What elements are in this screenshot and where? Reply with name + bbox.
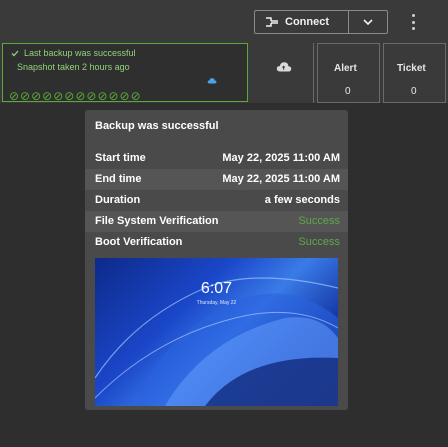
- detail-row-start-time: Start time May 22, 2025 11:00 AM: [85, 148, 348, 169]
- detail-key: Duration: [95, 194, 141, 206]
- detail-key: Boot Verification: [95, 236, 183, 248]
- boot-screenshot[interactable]: 6:07 Thursday, May 22: [95, 258, 338, 406]
- detail-key: File System Verification: [95, 215, 219, 227]
- detail-row-end-time: End time May 22, 2025 11:00 AM: [85, 169, 348, 190]
- lockscreen-clock: 6:07: [200, 280, 233, 297]
- banner-line-1: Last backup was successful: [11, 48, 136, 58]
- banner-status-text: Last backup was successful: [24, 48, 136, 58]
- cloud-icon: [207, 78, 217, 84]
- detail-row-fs-verification: File System Verification Success: [85, 211, 348, 232]
- check-icon: [11, 50, 19, 56]
- detail-key: End time: [95, 173, 142, 185]
- cloud-icon: [276, 62, 292, 72]
- ticket-count: 0: [411, 86, 417, 97]
- alert-label: Alert: [334, 63, 357, 74]
- connect-button[interactable]: Connect: [255, 11, 349, 33]
- detail-value: May 22, 2025 11:00 AM: [222, 173, 340, 185]
- alert-count: 0: [345, 86, 351, 97]
- lockscreen-date: Thursday, May 22: [196, 300, 237, 306]
- grid-divider: [313, 43, 314, 103]
- detail-row-duration: Duration a few seconds: [85, 190, 348, 211]
- detail-value: May 22, 2025 11:00 AM: [222, 152, 340, 164]
- detail-value: a few seconds: [264, 194, 340, 206]
- banner-snapshot-text: Snapshot taken 2 hours ago: [17, 62, 130, 72]
- backup-details-popup: Backup was successful Start time May 22,…: [85, 110, 348, 410]
- ticket-label: Ticket: [397, 63, 426, 74]
- detail-value-success: Success: [298, 236, 340, 248]
- more-options-icon[interactable]: [412, 14, 416, 30]
- detail-key: Start time: [95, 152, 146, 164]
- connect-button-group: Connect: [254, 10, 388, 34]
- backup-history-indicators: ⊘⊘⊘⊘⊘⊘⊘⊘⊘⊘⊘⊘: [9, 89, 142, 103]
- popup-title: Backup was successful: [95, 120, 219, 132]
- detail-value-success: Success: [298, 215, 340, 227]
- status-grid: Alert Ticket 0 0: [252, 43, 448, 103]
- backup-status-banner[interactable]: Last backup was successful Snapshot take…: [2, 43, 248, 102]
- chevron-down-icon: [363, 18, 373, 25]
- connect-label: Connect: [285, 16, 329, 28]
- connect-dropdown-button[interactable]: [349, 11, 387, 33]
- detail-row-boot-verification: Boot Verification Success: [85, 232, 348, 253]
- connect-icon: [266, 17, 278, 27]
- top-toolbar: Connect: [0, 0, 448, 43]
